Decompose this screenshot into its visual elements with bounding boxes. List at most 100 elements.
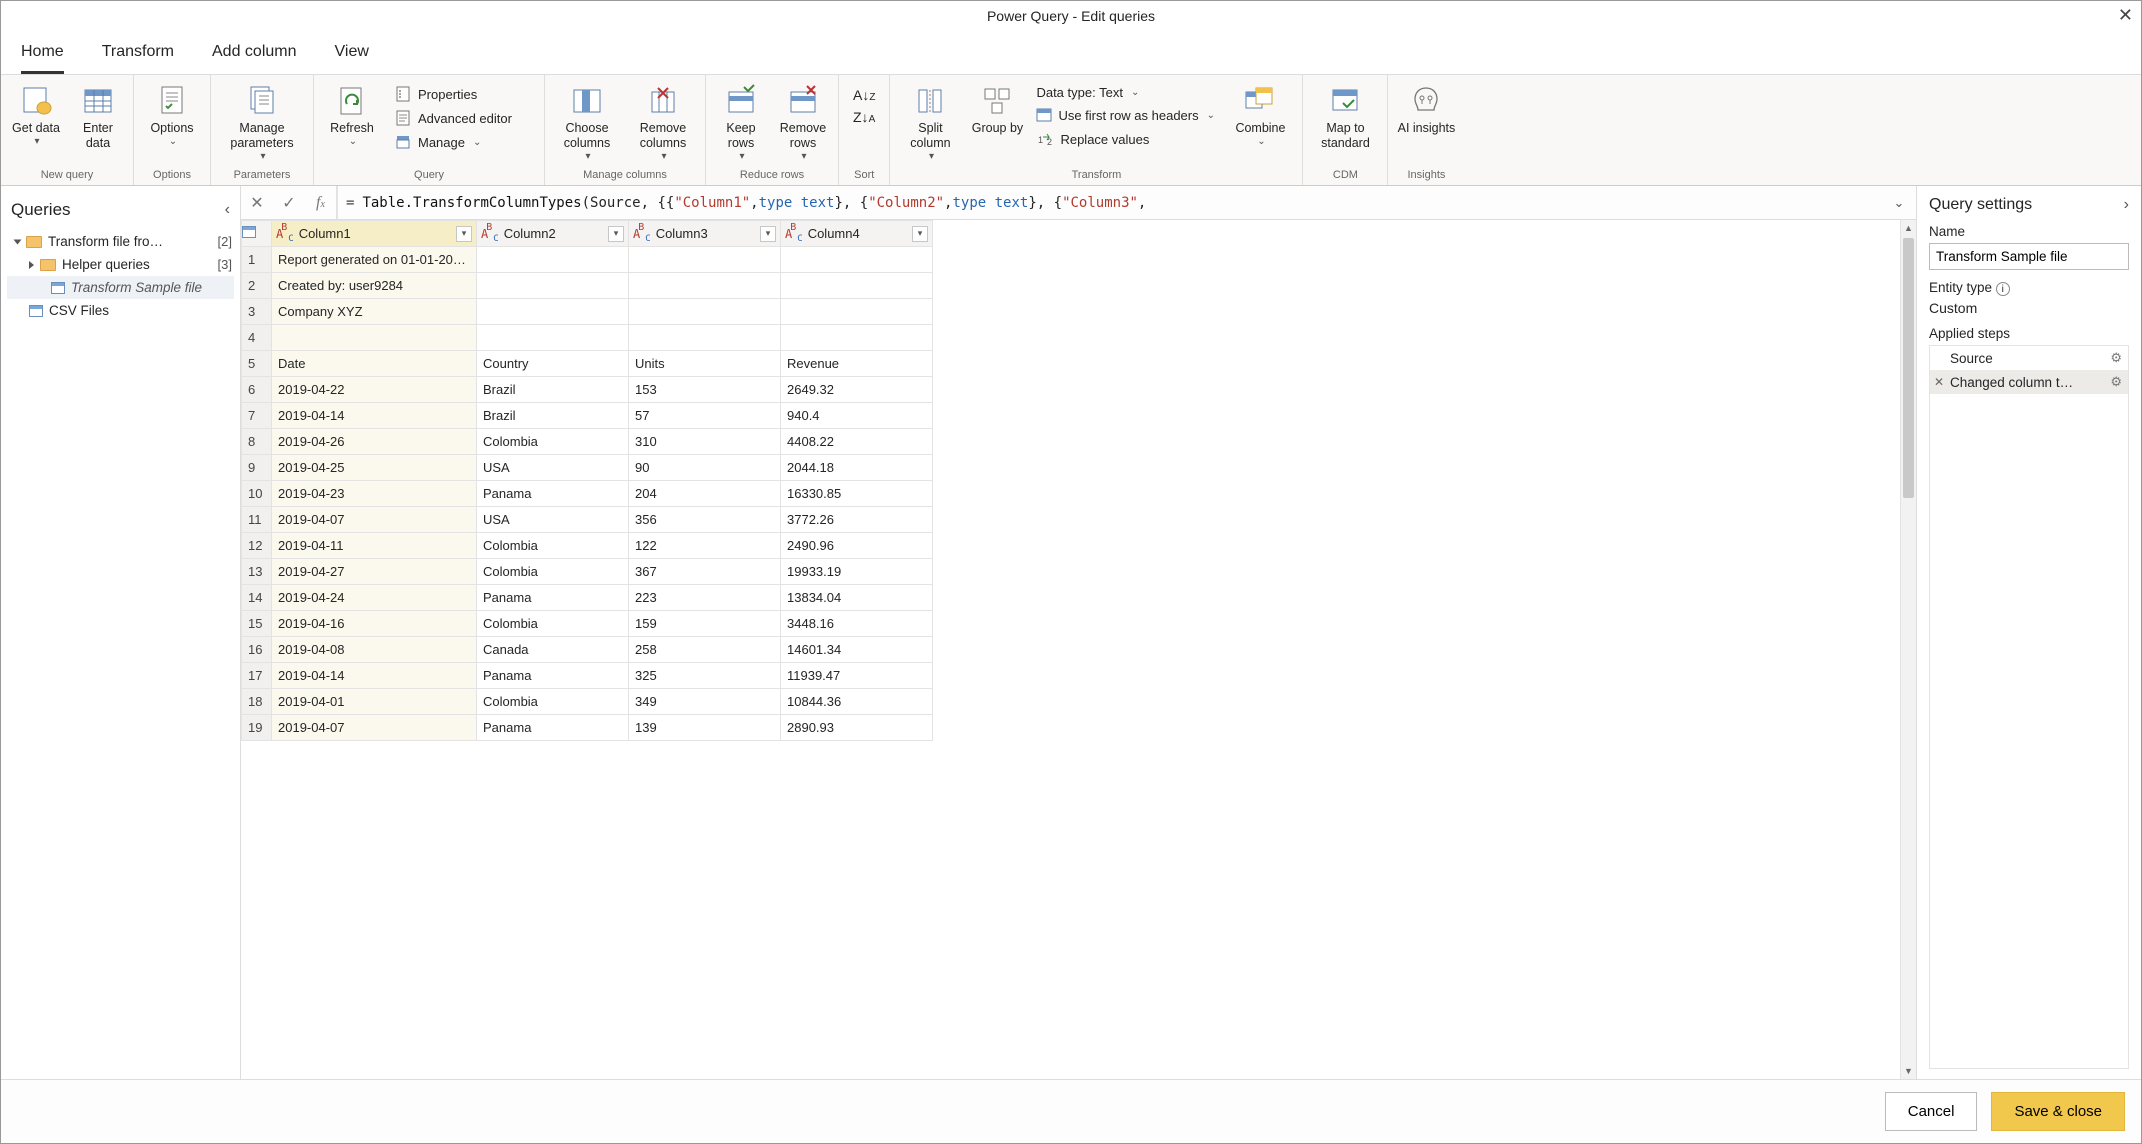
table-cell[interactable]: 349 xyxy=(629,689,781,715)
table-cell[interactable] xyxy=(477,247,629,273)
table-cell[interactable]: Created by: user9284 xyxy=(272,273,477,299)
data-grid[interactable]: BColumn1▾BColumn2▾BColumn3▾BColumn4▾1Rep… xyxy=(241,220,933,741)
table-row[interactable]: 192019-04-07Panama1392890.93 xyxy=(242,715,933,741)
group-by-button[interactable]: Group by xyxy=(968,79,1026,140)
table-cell[interactable]: 4408.22 xyxy=(781,429,933,455)
table-cell[interactable]: 258 xyxy=(629,637,781,663)
delete-step-icon[interactable]: ✕ xyxy=(1934,375,1944,389)
row-number[interactable]: 3 xyxy=(242,299,272,325)
manage-button[interactable]: Manage ⌄ xyxy=(390,131,536,153)
map-to-standard-button[interactable]: Map to standard xyxy=(1309,79,1381,155)
table-cell[interactable]: Colombia xyxy=(477,559,629,585)
table-cell[interactable]: 356 xyxy=(629,507,781,533)
table-row[interactable]: 5DateCountryUnitsRevenue xyxy=(242,351,933,377)
column-filter-button[interactable]: ▾ xyxy=(760,226,776,242)
table-cell[interactable]: Report generated on 01-01-20… xyxy=(272,247,477,273)
table-cell[interactable]: USA xyxy=(477,455,629,481)
table-row[interactable]: 152019-04-16Colombia1593448.16 xyxy=(242,611,933,637)
column-header[interactable]: BColumn3▾ xyxy=(629,221,781,247)
table-row[interactable]: 122019-04-11Colombia1222490.96 xyxy=(242,533,933,559)
remove-rows-button[interactable]: Remove rows▾ xyxy=(774,79,832,167)
table-cell[interactable] xyxy=(781,273,933,299)
formula-fx-button[interactable]: fx xyxy=(305,186,337,219)
table-cell[interactable]: 139 xyxy=(629,715,781,741)
table-row[interactable]: 82019-04-26Colombia3104408.22 xyxy=(242,429,933,455)
table-cell[interactable]: 90 xyxy=(629,455,781,481)
table-cell[interactable] xyxy=(272,325,477,351)
table-cell[interactable]: 204 xyxy=(629,481,781,507)
choose-columns-button[interactable]: Choose columns▾ xyxy=(551,79,623,167)
table-cell[interactable]: 2019-04-07 xyxy=(272,507,477,533)
column-header[interactable]: BColumn4▾ xyxy=(781,221,933,247)
table-cell[interactable]: 153 xyxy=(629,377,781,403)
table-cell[interactable]: 3448.16 xyxy=(781,611,933,637)
table-cell[interactable]: 3772.26 xyxy=(781,507,933,533)
table-cell[interactable]: 159 xyxy=(629,611,781,637)
table-cell[interactable]: 2649.32 xyxy=(781,377,933,403)
table-cell[interactable]: 2490.96 xyxy=(781,533,933,559)
table-cell[interactable] xyxy=(781,247,933,273)
table-cell[interactable]: 2019-04-08 xyxy=(272,637,477,663)
table-cell[interactable]: 2019-04-11 xyxy=(272,533,477,559)
table-cell[interactable]: Date xyxy=(272,351,477,377)
collapse-settings-icon[interactable]: › xyxy=(2124,196,2129,214)
row-number[interactable]: 17 xyxy=(242,663,272,689)
table-cell[interactable]: 2019-04-16 xyxy=(272,611,477,637)
table-cell[interactable]: 13834.04 xyxy=(781,585,933,611)
options-button[interactable]: Options ⌄ xyxy=(140,79,204,152)
table-cell[interactable]: 2019-04-24 xyxy=(272,585,477,611)
table-cell[interactable]: Canada xyxy=(477,637,629,663)
split-column-button[interactable]: Split column▾ xyxy=(896,79,964,167)
table-cell[interactable]: 2044.18 xyxy=(781,455,933,481)
row-number[interactable]: 13 xyxy=(242,559,272,585)
manage-parameters-button[interactable]: Manage parameters▾ xyxy=(217,79,307,167)
table-cell[interactable]: 2019-04-01 xyxy=(272,689,477,715)
row-number[interactable]: 4 xyxy=(242,325,272,351)
column-header[interactable]: BColumn2▾ xyxy=(477,221,629,247)
table-cell[interactable]: 223 xyxy=(629,585,781,611)
table-cell[interactable]: 10844.36 xyxy=(781,689,933,715)
tab-home[interactable]: Home xyxy=(21,37,64,74)
expand-icon[interactable] xyxy=(14,239,22,244)
row-number[interactable]: 10 xyxy=(242,481,272,507)
refresh-button[interactable]: Refresh ⌄ xyxy=(320,79,384,152)
replace-values-button[interactable]: 12 Replace values xyxy=(1032,128,1218,150)
scroll-thumb[interactable] xyxy=(1903,238,1914,498)
table-row[interactable]: 162019-04-08Canada25814601.34 xyxy=(242,637,933,663)
table-cell[interactable]: 14601.34 xyxy=(781,637,933,663)
get-data-button[interactable]: Get data▾ xyxy=(7,79,65,152)
table-row[interactable]: 172019-04-14Panama32511939.47 xyxy=(242,663,933,689)
table-cell[interactable]: Colombia xyxy=(477,429,629,455)
queries-item[interactable]: CSV Files xyxy=(7,299,234,322)
table-cell[interactable] xyxy=(781,325,933,351)
table-cell[interactable]: 11939.47 xyxy=(781,663,933,689)
remove-columns-button[interactable]: Remove columns▾ xyxy=(627,79,699,167)
keep-rows-button[interactable]: Keep rows▾ xyxy=(712,79,770,167)
table-cell[interactable]: Colombia xyxy=(477,611,629,637)
cancel-button[interactable]: Cancel xyxy=(1885,1092,1978,1131)
row-number[interactable]: 16 xyxy=(242,637,272,663)
formula-expand-button[interactable]: ⌄ xyxy=(1882,195,1916,211)
table-cell[interactable]: Panama xyxy=(477,715,629,741)
table-cell[interactable]: 367 xyxy=(629,559,781,585)
save-close-button[interactable]: Save & close xyxy=(1991,1092,2125,1131)
column-filter-button[interactable]: ▾ xyxy=(456,226,472,242)
table-cell[interactable] xyxy=(477,273,629,299)
row-number[interactable]: 11 xyxy=(242,507,272,533)
table-cell[interactable] xyxy=(477,325,629,351)
table-cell[interactable]: Revenue xyxy=(781,351,933,377)
table-cell[interactable]: Brazil xyxy=(477,403,629,429)
row-number[interactable]: 7 xyxy=(242,403,272,429)
tab-view[interactable]: View xyxy=(335,37,369,74)
table-cell[interactable]: 2890.93 xyxy=(781,715,933,741)
row-number[interactable]: 12 xyxy=(242,533,272,559)
first-row-headers-button[interactable]: Use first row as headers ⌄ xyxy=(1032,104,1218,126)
table-cell[interactable]: 122 xyxy=(629,533,781,559)
column-header[interactable]: BColumn1▾ xyxy=(272,221,477,247)
table-cell[interactable]: USA xyxy=(477,507,629,533)
table-row[interactable]: 142019-04-24Panama22313834.04 xyxy=(242,585,933,611)
row-number[interactable]: 15 xyxy=(242,611,272,637)
gear-icon[interactable]: ⚙ xyxy=(2110,350,2122,366)
info-icon[interactable]: i xyxy=(1996,282,2010,296)
table-row[interactable]: 1Report generated on 01-01-20… xyxy=(242,247,933,273)
